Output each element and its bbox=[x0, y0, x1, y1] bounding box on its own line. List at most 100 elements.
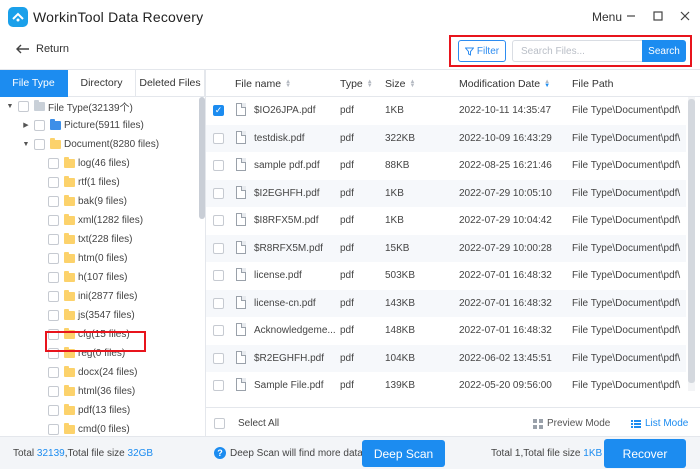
select-all-checkbox[interactable] bbox=[214, 418, 225, 429]
sort-icon: ▲ ▼ bbox=[409, 79, 416, 89]
menu-button[interactable]: Menu bbox=[592, 10, 622, 24]
column-size[interactable]: Size ▲ ▼ bbox=[385, 78, 415, 90]
tree-checkbox[interactable] bbox=[48, 233, 59, 245]
cell-size: 1KB bbox=[385, 105, 404, 116]
row-checkbox[interactable] bbox=[213, 242, 224, 254]
tree-checkbox[interactable] bbox=[48, 157, 59, 169]
tree-checkbox[interactable] bbox=[48, 366, 59, 378]
cell-date: 2022-07-29 10:04:42 bbox=[459, 215, 552, 226]
tree-checkbox[interactable] bbox=[48, 214, 59, 226]
tree-checkbox[interactable] bbox=[48, 423, 59, 435]
minimize-icon[interactable] bbox=[624, 9, 638, 23]
tree-item[interactable]: ▼ Document(8280 files) bbox=[22, 135, 159, 153]
tree-checkbox[interactable] bbox=[48, 404, 59, 416]
search-button[interactable]: Search bbox=[642, 40, 686, 62]
caret-down-icon[interactable]: ▼ bbox=[6, 103, 14, 110]
row-checkbox[interactable] bbox=[213, 215, 224, 226]
row-checkbox[interactable] bbox=[213, 325, 224, 336]
scrollbar-thumb[interactable] bbox=[688, 99, 695, 383]
table-scrollbar[interactable] bbox=[688, 97, 695, 391]
cell-type: pdf bbox=[340, 380, 354, 391]
column-type[interactable]: Type ▲ ▼ bbox=[340, 78, 373, 90]
tree-item[interactable]: log(46 files) bbox=[48, 154, 130, 172]
row-checkbox[interactable] bbox=[213, 132, 224, 144]
tab-deleted-files[interactable]: Deleted Files bbox=[136, 70, 205, 97]
tree-item[interactable]: h(107 files) bbox=[48, 268, 127, 286]
table-row[interactable]: license-cn.pdf pdf 143KB 2022-07-01 16:48:3… bbox=[206, 289, 686, 317]
tree-item[interactable]: ▶ Picture(5911 files) bbox=[22, 116, 144, 134]
table-row[interactable]: Sample File.pdf pdf 139KB 2022-05-20 09:56:… bbox=[206, 372, 686, 399]
tree-checkbox[interactable] bbox=[48, 271, 59, 283]
tree-item[interactable]: txt(228 files) bbox=[48, 230, 132, 248]
folder-icon bbox=[64, 289, 75, 301]
tree-checkbox[interactable] bbox=[48, 195, 59, 207]
tree-item[interactable]: ▼ File Type(32139个) bbox=[6, 97, 133, 115]
select-all[interactable]: Select All bbox=[214, 418, 279, 429]
row-checkbox[interactable] bbox=[213, 352, 224, 364]
tree-checkbox[interactable] bbox=[48, 176, 59, 188]
table-row[interactable]: $R8RFX5M.pdf pdf 15KB 2022-07-29 10:00:28 Fi… bbox=[206, 234, 686, 262]
tab-directory[interactable]: Directory bbox=[68, 70, 136, 97]
file-icon bbox=[236, 103, 246, 116]
tree-item[interactable]: docx(24 files) bbox=[48, 363, 137, 381]
tree-item[interactable]: htm(0 files) bbox=[48, 249, 127, 267]
table-row[interactable]: testdisk.pdf pdf 322KB 2022-10-09 16:43:29 F… bbox=[206, 124, 686, 152]
tree-item[interactable]: rtf(1 files) bbox=[48, 173, 120, 191]
table-row[interactable]: sample pdf.pdf pdf 88KB 2022-08-25 16:21:46… bbox=[206, 152, 686, 179]
selected-summary: Total 1,Total file size 1KB bbox=[491, 448, 602, 459]
column-file-path[interactable]: File Path bbox=[572, 78, 613, 90]
column-label: Type bbox=[340, 78, 363, 90]
column-file-name[interactable]: File name ▲ ▼ bbox=[235, 78, 291, 90]
table-row[interactable]: Acknowledgeme... pdf 148KB 2022-07-01 16:48… bbox=[206, 317, 686, 344]
tree-item[interactable]: html(36 files) bbox=[48, 382, 135, 400]
file-list-panel: File name ▲ ▼ Type ▲ ▼ Size ▲ ▼ Modificatio… bbox=[206, 69, 700, 436]
caret-right-icon[interactable]: ▶ bbox=[22, 121, 30, 129]
table-row[interactable]: license.pdf pdf 503KB 2022-07-01 16:48:32 Fi… bbox=[206, 262, 686, 289]
row-checkbox[interactable]: ✓ bbox=[213, 105, 224, 116]
cell-path: File Type\Document\pdf\ bbox=[572, 380, 681, 391]
tree-item[interactable]: js(3547 files) bbox=[48, 306, 135, 324]
cell-type: pdf bbox=[340, 242, 354, 254]
tree-item[interactable]: bak(9 files) bbox=[48, 192, 127, 210]
cell-type: pdf bbox=[340, 215, 354, 226]
row-checkbox[interactable] bbox=[213, 270, 224, 281]
tree-item[interactable]: cmd(0 files) bbox=[48, 420, 130, 437]
folder-icon bbox=[64, 270, 75, 282]
list-mode-button[interactable]: List Mode bbox=[631, 418, 688, 429]
column-modification-date[interactable]: Modification Date ▲ ▼ bbox=[459, 78, 550, 90]
caret-down-icon[interactable]: ▼ bbox=[22, 141, 30, 148]
tree-item[interactable]: pdf(13 files) bbox=[48, 401, 130, 419]
table-row[interactable]: $I2EGHFH.pdf pdf 1KB 2022-07-29 10:05:10 Fil… bbox=[206, 179, 686, 207]
tree-checkbox[interactable] bbox=[34, 119, 45, 131]
selected-size: 1KB bbox=[583, 448, 603, 459]
tree-checkbox[interactable] bbox=[18, 100, 29, 112]
column-label: Size bbox=[385, 78, 406, 90]
row-checkbox[interactable] bbox=[213, 380, 224, 391]
table-row[interactable]: $R2EGHFH.pdf pdf 104KB 2022-06-02 13:45:51 F… bbox=[206, 344, 686, 372]
search-input[interactable] bbox=[512, 40, 642, 62]
deep-scan-button[interactable]: Deep Scan bbox=[362, 440, 445, 467]
recover-button[interactable]: Recover bbox=[604, 439, 686, 468]
tree-checkbox[interactable] bbox=[48, 385, 59, 397]
folder-icon bbox=[64, 175, 75, 187]
row-checkbox[interactable] bbox=[213, 160, 224, 171]
close-icon[interactable] bbox=[678, 9, 692, 23]
return-button[interactable]: Return bbox=[16, 43, 69, 55]
row-checkbox[interactable] bbox=[213, 187, 224, 199]
tree-scrollbar[interactable] bbox=[199, 97, 205, 219]
maximize-icon[interactable] bbox=[651, 9, 665, 23]
preview-mode-button[interactable]: Preview Mode bbox=[533, 418, 610, 429]
filter-button[interactable]: Filter bbox=[458, 40, 506, 62]
tree-item[interactable]: xml(1282 files) bbox=[48, 211, 143, 229]
table-row[interactable]: $I8RFX5M.pdf pdf 1KB 2022-07-29 10:04:42 Fil… bbox=[206, 207, 686, 234]
tree-checkbox[interactable] bbox=[48, 290, 59, 302]
tree-checkbox[interactable] bbox=[48, 309, 59, 321]
table-row[interactable]: ✓ $IO26JPA.pdf pdf 1KB 2022-10-11 14:35:47 Fi… bbox=[206, 97, 686, 124]
tree-checkbox[interactable] bbox=[34, 138, 45, 150]
tree-item[interactable]: ini(2877 files) bbox=[48, 287, 137, 305]
file-icon bbox=[236, 213, 246, 226]
tab-file-type[interactable]: File Type bbox=[0, 70, 68, 97]
tree-item-label: log(46 files) bbox=[78, 157, 130, 169]
row-checkbox[interactable] bbox=[213, 297, 224, 309]
tree-checkbox[interactable] bbox=[48, 252, 59, 264]
